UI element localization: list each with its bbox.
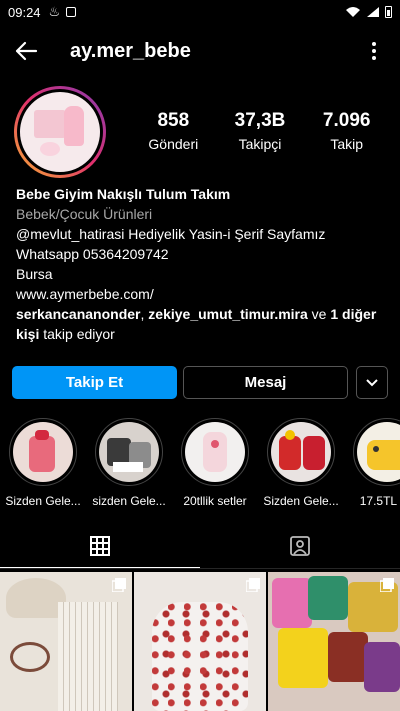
highlight-cover (13, 422, 73, 482)
post-thumbnail[interactable] (0, 572, 132, 711)
image-notification-icon (66, 7, 77, 17)
stat-followers[interactable]: 37,3B Takipçi (217, 110, 304, 152)
post-thumbnail[interactable] (268, 572, 400, 711)
highlight-item[interactable]: 20tllik setler (172, 418, 258, 514)
avatar-image (20, 92, 100, 172)
stat-value: 7.096 (322, 110, 371, 131)
highlight-item[interactable]: Sizden Gele... (0, 418, 86, 514)
highlight-label: 17.5TL TA (359, 494, 400, 508)
stat-value: 858 (157, 110, 190, 131)
tab-tagged[interactable] (200, 524, 400, 568)
profile-category: Bebek/Çocuk Ürünleri (16, 206, 153, 222)
status-time: 09:24 (8, 4, 41, 20)
stat-label: Takipçi (238, 136, 282, 152)
profile-actions: Takip Et Mesaj (12, 366, 388, 399)
chevron-down-icon (366, 378, 378, 386)
profile-tabs (0, 524, 400, 568)
post-thumbnail[interactable] (134, 572, 266, 711)
profile-bio: Bebe Giyim Nakışlı Tulum Takım Bebek/Çoc… (16, 184, 388, 344)
highlight-label: sizden Gele... (92, 494, 166, 508)
highlight-cover (185, 422, 245, 482)
story-highlights: Sizden Gele... sizden Gele... 20tllik se… (0, 418, 400, 514)
highlight-item[interactable]: 17.5TL TA (344, 418, 400, 514)
posts-grid (0, 572, 400, 711)
highlight-cover (99, 422, 159, 482)
battery-icon (385, 6, 392, 18)
bio-text: Hediyelik Yasin-i Şerif Sayfamız (124, 226, 326, 242)
highlight-item[interactable]: Sizden Gele... (258, 418, 344, 514)
stat-label: Gönderi (148, 136, 199, 152)
message-button[interactable]: Mesaj (183, 366, 348, 399)
multiple-photos-icon (380, 578, 394, 592)
multiple-photos-icon (246, 578, 260, 592)
follow-button[interactable]: Takip Et (12, 366, 177, 399)
stat-value: 37,3B (234, 110, 286, 131)
arrow-left-icon (15, 41, 38, 61)
profile-name: Bebe Giyim Nakışlı Tulum Takım (16, 186, 231, 202)
profile-username: ay.mer_bebe (70, 39, 191, 62)
profile-avatar[interactable] (14, 86, 106, 178)
highlight-label: Sizden Gele... (263, 494, 339, 508)
bio-location: Bursa (16, 266, 53, 282)
grid-icon (90, 536, 110, 556)
highlight-item[interactable]: sizden Gele... (86, 418, 172, 514)
back-button[interactable] (0, 28, 52, 74)
more-options-button[interactable] (362, 36, 386, 66)
wifi-icon (346, 7, 360, 17)
highlight-cover (357, 422, 400, 482)
tagged-person-icon (290, 536, 310, 556)
status-bar: 09:24 ♨ (0, 0, 400, 24)
profile-stats: 858 Gönderi 37,3B Takipçi 7.096 Takip (130, 110, 390, 152)
more-vertical-icon (372, 42, 376, 46)
profile-header: ay.mer_bebe (0, 28, 400, 74)
tab-posts-grid[interactable] (0, 524, 200, 568)
signal-icon (367, 7, 379, 17)
bio-mention-link[interactable]: @mevlut_hatirasi (16, 226, 124, 242)
stat-posts[interactable]: 858 Gönderi (130, 110, 217, 152)
multiple-photos-icon (112, 578, 126, 592)
bio-website-link[interactable]: www.aymerbebe.com/ (16, 284, 388, 304)
bio-whatsapp: Whatsapp 05364209742 (16, 246, 169, 262)
stat-label: Takip (330, 136, 364, 152)
followed-by[interactable]: serkancananonder, zekiye_umut_timur.mira… (16, 304, 388, 344)
highlight-label: Sizden Gele... (5, 494, 81, 508)
notification-icon: ♨ (48, 4, 61, 19)
stat-following[interactable]: 7.096 Takip (303, 110, 390, 152)
highlight-label: 20tllik setler (183, 494, 247, 508)
suggested-accounts-button[interactable] (356, 366, 388, 399)
highlight-cover (271, 422, 331, 482)
